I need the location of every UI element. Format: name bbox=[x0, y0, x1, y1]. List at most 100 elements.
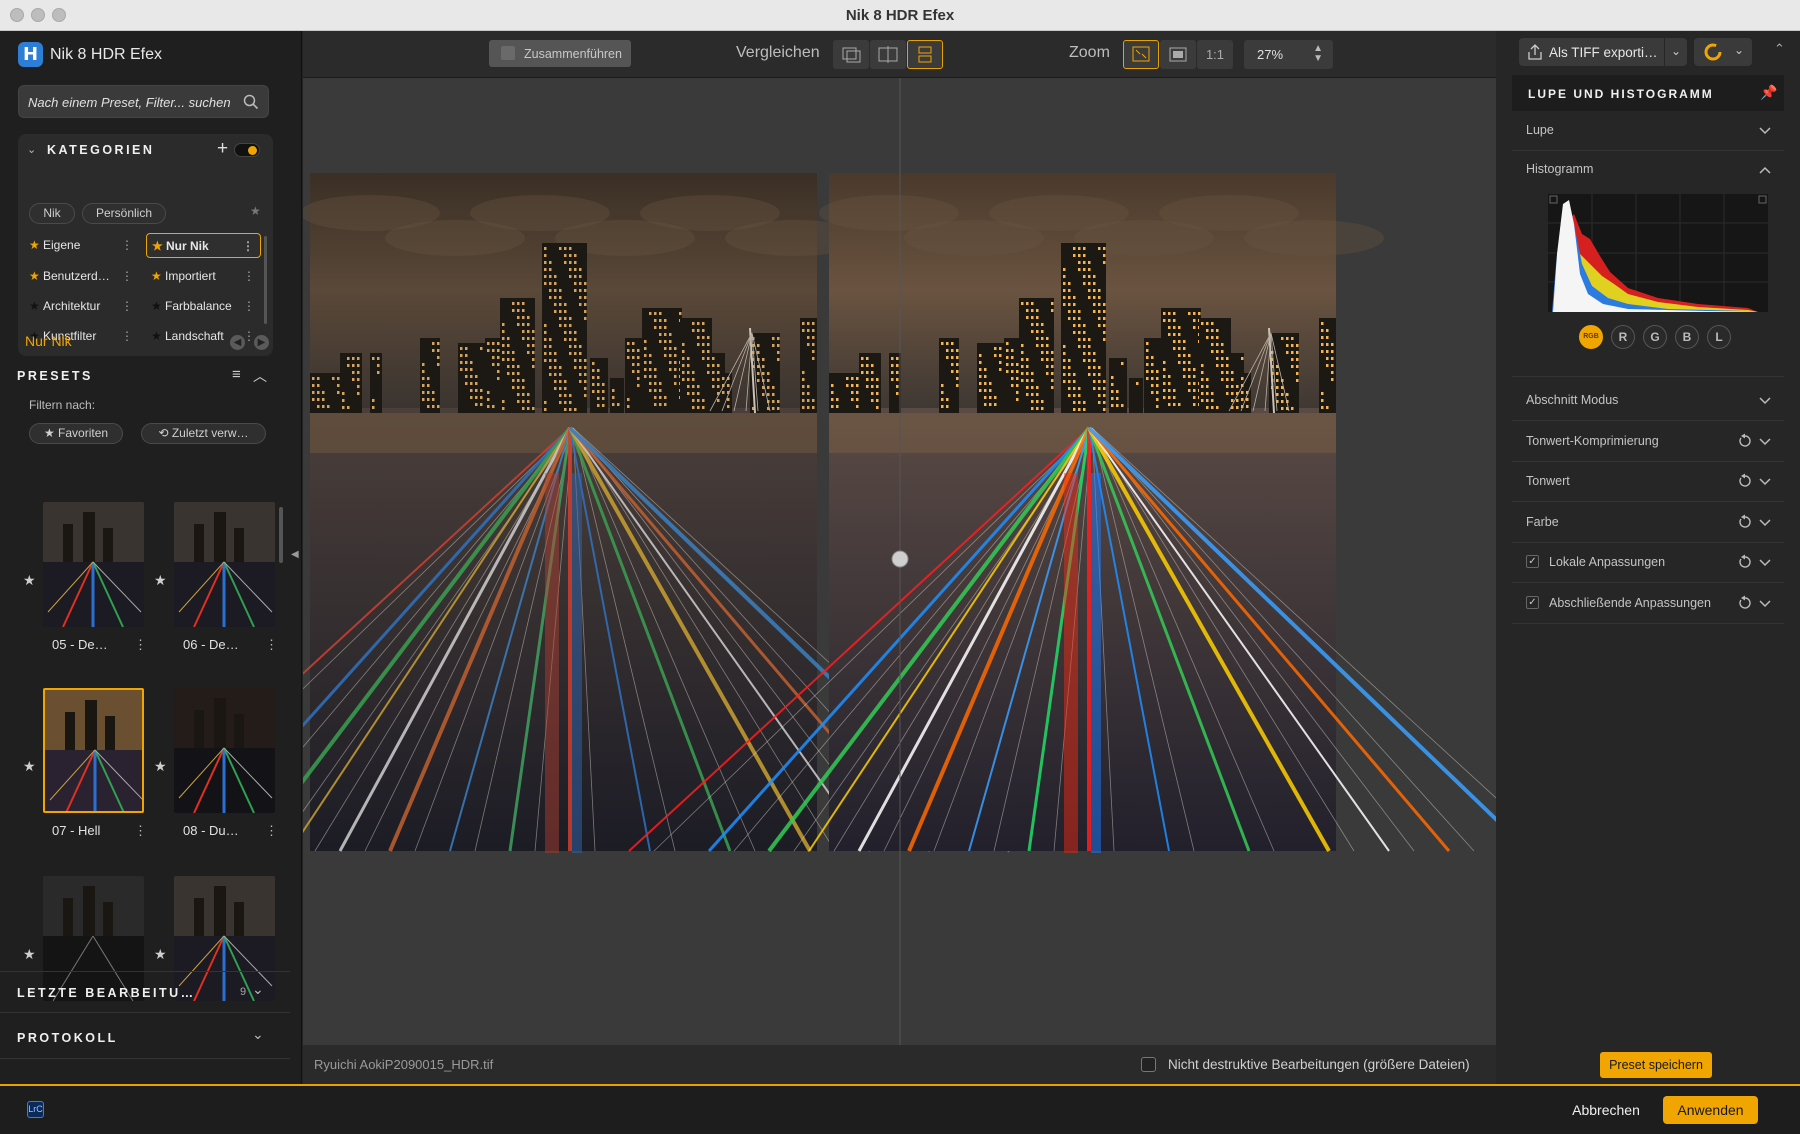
reset-icon[interactable] bbox=[1737, 595, 1752, 610]
reset-icon[interactable] bbox=[1737, 514, 1752, 529]
chevron-down-icon bbox=[1759, 559, 1771, 567]
app-window: Nik 8 HDR Efex H Nik 8 HDR Efex Nach ein… bbox=[0, 0, 1800, 1134]
reset-icon[interactable] bbox=[1737, 554, 1752, 569]
favorite-star-icon[interactable]: ★ bbox=[154, 572, 167, 589]
section-row[interactable]: Farbe bbox=[1512, 503, 1784, 543]
more-icon[interactable]: ⋮ bbox=[242, 234, 254, 259]
zoom-fill-button[interactable] bbox=[1160, 40, 1196, 69]
more-icon[interactable]: ⋮ bbox=[121, 264, 133, 289]
protocol-header[interactable]: PROTOKOLL ⌄ bbox=[0, 1017, 290, 1059]
recent-edits-count: 9 bbox=[240, 986, 247, 998]
channel-r-button[interactable]: R bbox=[1611, 325, 1635, 349]
sync-button[interactable]: ⌄ bbox=[1694, 38, 1752, 66]
favorite-star-icon[interactable]: ★ bbox=[23, 946, 36, 963]
more-icon[interactable]: ⋮ bbox=[121, 294, 133, 319]
apply-button[interactable]: Anwenden bbox=[1663, 1096, 1758, 1124]
recent-edits-header[interactable]: LETZTE BEARBEITU… 9 ⌄ bbox=[0, 971, 290, 1013]
recent-filter-button[interactable]: ⟲ Zuletzt verw… bbox=[141, 423, 266, 444]
merge-icon bbox=[501, 46, 515, 60]
preset-more-icon[interactable]: ⋮ bbox=[265, 637, 278, 653]
chevron-down-icon[interactable]: ⌄ bbox=[252, 981, 264, 998]
loupe-row[interactable]: Lupe bbox=[1512, 111, 1784, 151]
next-category-button[interactable]: ▶ bbox=[254, 335, 269, 350]
preset-more-icon[interactable]: ⋮ bbox=[265, 823, 278, 839]
section-label: Tonwert bbox=[1526, 474, 1570, 488]
export-button[interactable]: Als TIFF exporti… bbox=[1519, 38, 1664, 66]
chevron-down-icon[interactable]: ⌄ bbox=[27, 143, 36, 156]
more-icon[interactable]: ⋮ bbox=[243, 294, 255, 319]
nondestructive-checkbox[interactable] bbox=[1141, 1057, 1156, 1072]
more-icon[interactable]: ⋮ bbox=[243, 264, 255, 289]
preset-thumbnail[interactable] bbox=[43, 502, 144, 627]
more-icon[interactable]: ⋮ bbox=[243, 324, 255, 349]
category-architektur[interactable]: ★ Architektur ⋮ bbox=[24, 294, 139, 319]
export-dropdown-button[interactable]: ⌄ bbox=[1665, 38, 1687, 66]
category-nur-nik[interactable]: ★ Nur Nik ⋮ bbox=[146, 233, 261, 258]
section-checkbox[interactable]: ✓ bbox=[1526, 555, 1539, 568]
list-view-icon[interactable]: ≡ bbox=[232, 366, 241, 383]
compare-overlay-button[interactable] bbox=[833, 40, 869, 69]
prev-category-button[interactable]: ◀ bbox=[230, 335, 245, 350]
chevron-down-icon bbox=[1759, 397, 1771, 405]
preset-more-icon[interactable]: ⋮ bbox=[134, 823, 147, 839]
channel-g-button[interactable]: G bbox=[1643, 325, 1667, 349]
compare-side-by-side-button[interactable] bbox=[907, 40, 943, 69]
right-panel: Als TIFF exporti… ⌄ ⌄ ⌃ LUPE UND HISTOGR… bbox=[1496, 31, 1800, 1084]
favorites-filter-button[interactable]: ★ Favoriten bbox=[29, 423, 123, 444]
compare-split-button[interactable] bbox=[870, 40, 906, 69]
preset-thumbnail[interactable] bbox=[174, 502, 275, 627]
collapse-chevron-icon[interactable]: ︿ bbox=[253, 366, 267, 386]
channel-l-button[interactable]: L bbox=[1707, 325, 1731, 349]
categories-title: KATEGORIEN bbox=[47, 143, 155, 157]
category-eigene[interactable]: ★ Eigene ⋮ bbox=[24, 233, 139, 258]
section-row[interactable]: Tonwert-Komprimierung bbox=[1512, 422, 1784, 462]
section-row[interactable]: Tonwert bbox=[1512, 462, 1784, 502]
favorite-star-icon[interactable]: ★ bbox=[154, 758, 167, 775]
pin-icon[interactable]: 📌 bbox=[1760, 84, 1777, 101]
categories-panel: ⌄ KATEGORIEN + Nik Persönlich ★ ★ Eigene ⋮… bbox=[18, 134, 273, 356]
categories-scrollbar[interactable] bbox=[264, 236, 267, 324]
filter-by-label: Filtern nach: bbox=[29, 398, 96, 412]
add-category-icon[interactable]: + bbox=[217, 138, 228, 160]
chevron-down-icon[interactable]: ⌄ bbox=[252, 1026, 264, 1043]
filter-pill-nik[interactable]: Nik bbox=[29, 203, 75, 224]
zoom-1to1-button[interactable]: 1:1 bbox=[1197, 40, 1233, 69]
favorite-star-icon[interactable]: ★ bbox=[23, 572, 36, 589]
merge-button[interactable]: Zusammenführen bbox=[489, 40, 631, 67]
preview-canvas bbox=[109, 78, 1555, 1045]
lightroom-badge[interactable]: LrC bbox=[27, 1101, 44, 1118]
section-row[interactable]: Abschnitt Modus bbox=[1512, 381, 1784, 421]
filter-pill-personal[interactable]: Persönlich bbox=[82, 203, 166, 224]
favorite-star-icon[interactable]: ★ bbox=[154, 946, 167, 963]
collapse-left-panel-icon[interactable]: ◀ bbox=[291, 549, 299, 560]
preset-thumbnail[interactable] bbox=[43, 688, 144, 813]
section-checkbox[interactable]: ✓ bbox=[1526, 595, 1539, 609]
preset-more-icon[interactable]: ⋮ bbox=[134, 637, 147, 653]
save-preset-button[interactable]: Preset speichern bbox=[1600, 1052, 1712, 1078]
favorite-star-icon[interactable]: ★ bbox=[23, 758, 36, 775]
zoom-fit-button[interactable] bbox=[1123, 40, 1159, 69]
more-icon[interactable]: ⋮ bbox=[121, 324, 133, 349]
status-footer: Ryuichi AokiP2090015_HDR.tif Nicht destr… bbox=[303, 1045, 1496, 1084]
cancel-button[interactable]: Abbrechen bbox=[1562, 1096, 1650, 1124]
collapse-top-icon[interactable]: ⌃ bbox=[1774, 41, 1785, 57]
reset-icon[interactable] bbox=[1737, 433, 1752, 448]
more-icon[interactable]: ⋮ bbox=[121, 233, 133, 258]
section-row[interactable]: ✓ Lokale Anpassungen bbox=[1512, 543, 1784, 583]
chevron-up-icon[interactable] bbox=[1758, 163, 1772, 177]
reset-icon[interactable] bbox=[1737, 473, 1752, 488]
divider-handle-icon[interactable] bbox=[891, 550, 909, 568]
channel-b-button[interactable]: B bbox=[1675, 325, 1699, 349]
categories-toggle[interactable] bbox=[234, 143, 260, 157]
category-farbbalance[interactable]: ★ Farbbalance ⋮ bbox=[146, 294, 261, 319]
category-benutzerdefiniert[interactable]: ★ Benutzerd… ⋮ bbox=[24, 264, 139, 289]
presets-scrollbar[interactable] bbox=[279, 507, 283, 563]
zoom-level-select[interactable]: 27% ▲ ▼ bbox=[1244, 40, 1333, 69]
channel-rgb-button[interactable]: RGB bbox=[1579, 325, 1603, 349]
favorites-star-icon[interactable]: ★ bbox=[250, 204, 261, 218]
category-importiert[interactable]: ★ Importiert ⋮ bbox=[146, 264, 261, 289]
preset-label: 06 - De… bbox=[183, 637, 239, 652]
section-row[interactable]: ✓ Abschließende Anpassungen bbox=[1512, 584, 1784, 624]
preset-thumbnail[interactable] bbox=[174, 688, 275, 813]
search-input[interactable]: Nach einem Preset, Filter... suchen bbox=[18, 85, 269, 118]
